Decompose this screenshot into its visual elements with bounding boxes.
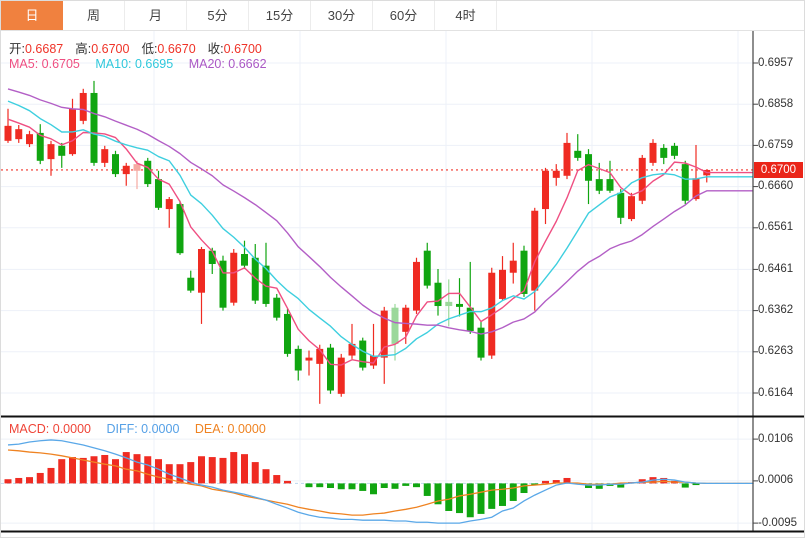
- ma-row: MA5: 0.6705 MA10: 0.6695 MA20: 0.6662: [9, 57, 279, 71]
- diff-value: DIFF: 0.0000: [106, 422, 180, 436]
- price-tick-label: 0.6660: [758, 180, 794, 193]
- close-label: 收:: [207, 42, 224, 56]
- price-tick-label: 0.6858: [758, 97, 794, 110]
- price-tick-label: 0.6461: [758, 262, 794, 275]
- price-tick-label: 0.6263: [758, 345, 794, 358]
- open-value: 0.6687: [24, 42, 64, 56]
- low-label: 低:: [141, 42, 158, 56]
- price-tick-label: 0.6759: [758, 138, 794, 151]
- macd-tick-label: 0.0106: [758, 432, 794, 445]
- chart-canvas[interactable]: [1, 1, 805, 538]
- macd-tick-label: 0.0006: [758, 474, 794, 487]
- price-tick-label: 0.6164: [758, 386, 794, 399]
- ohlc-row: 开:0.6687 高:0.6700 低:0.6670 收:0.6700: [9, 38, 274, 57]
- low-value: 0.6670: [157, 42, 196, 56]
- macd-value: MACD: 0.0000: [9, 422, 91, 436]
- high-label: 高:: [75, 42, 92, 56]
- last-price-tag: 0.6700: [754, 161, 803, 178]
- dea-value: DEA: 0.0000: [194, 422, 266, 436]
- price-tick-label: 0.6561: [758, 221, 794, 234]
- ma20-value: MA20: 0.6662: [188, 57, 267, 71]
- ma10-value: MA10: 0.6695: [95, 57, 174, 71]
- close-value: 0.6700: [223, 42, 262, 56]
- price-tick-label: 0.6957: [758, 56, 794, 69]
- high-value: 0.6700: [91, 42, 130, 56]
- trading-chart-window: 日 周 月 5分 15分 30分 60分 4时 开:0.6687 高:0.6700…: [0, 0, 805, 538]
- ma5-value: MA5: 0.6705: [9, 57, 80, 71]
- open-label: 开:: [9, 42, 25, 56]
- macd-header-row: MACD: 0.0000 DIFF: 0.0000 DEA: 0.0000: [9, 422, 278, 436]
- price-tick-label: 0.6362: [758, 304, 794, 317]
- macd-tick-label: -0.0095: [758, 516, 798, 529]
